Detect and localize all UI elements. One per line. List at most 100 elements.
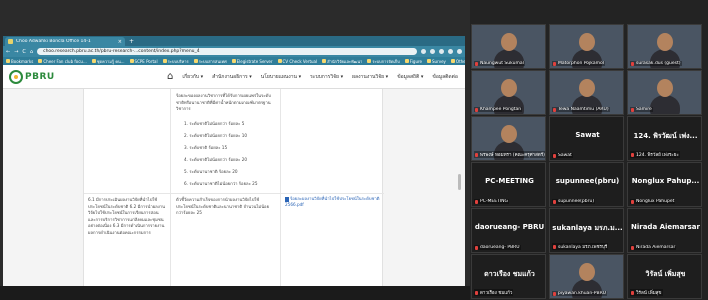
participant-tile[interactable]: piyawan.khuan-PBRU <box>549 254 624 299</box>
video-meeting-window: Choo Adwahki Boncla Office 14-1 × + ← → … <box>0 0 708 300</box>
participant-tile[interactable]: surasak.dus (guest) <box>627 24 702 69</box>
participant-tile[interactable]: ดาวเรือง ชมแก้ว ดาวเรือง ชมแก้ว <box>471 254 546 299</box>
pdf-file-label: ร้อยละผลงานวิจัยที่นำไปใช้ประโยชน์ในระดั… <box>285 196 380 207</box>
participant-tile[interactable]: Tewa Naamtimu (ARU) <box>549 70 624 115</box>
bookmark-item[interactable]: Figure <box>404 59 422 64</box>
nav-item[interactable]: สำนักงานอธิการ ▾ <box>212 73 252 81</box>
nav-item[interactable]: นโยบายแผนงาน ▾ <box>261 73 301 81</box>
pdf-file-link[interactable]: ร้อยละผลงานวิจัยที่นำไปใช้ประโยชน์ในระดั… <box>285 196 380 208</box>
profile-icon[interactable] <box>448 49 453 54</box>
bookmark-item[interactable]: SCPE Portal <box>129 59 158 64</box>
participant-name: ดาวเรือง ชมแก้ว <box>480 291 513 296</box>
nav-item[interactable]: เกี่ยวกับ ▾ <box>182 73 203 81</box>
muted-mic-icon <box>475 245 478 250</box>
participant-display-name: supunnee(pbru) <box>555 177 620 185</box>
participant-name: Sawat <box>558 153 572 158</box>
extension-icon[interactable] <box>430 49 435 54</box>
nav-item[interactable]: ระบบการวิจัย ▾ <box>310 73 343 81</box>
participant-video-face <box>579 79 595 97</box>
participant-tile[interactable]: Nirada Aiemarsar Nirada Aiemarsar <box>627 208 702 253</box>
participant-gallery: Naungwut Sukumal Matorphon Pojkamol surasa… <box>471 24 708 300</box>
new-tab-button[interactable]: + <box>129 37 134 46</box>
bookmark-item[interactable]: ระบบบริหาร <box>162 58 189 65</box>
nav-item[interactable]: ข้อมูลติดต่อ <box>432 73 458 81</box>
participant-name-label: Nonglux Pahupet <box>630 199 676 204</box>
bookmark-item[interactable]: Elegistrate Server <box>231 58 273 64</box>
bookmark-icon <box>38 59 43 63</box>
muted-mic-icon <box>631 199 634 204</box>
bookmark-icon <box>6 59 10 63</box>
site-logo[interactable]: PBRU <box>9 69 159 84</box>
home-nav-icon[interactable]: ⌂ <box>30 49 33 55</box>
participant-video-face <box>501 33 517 51</box>
participant-video-body <box>650 95 680 114</box>
participant-tile[interactable]: Nonglux Pahup... Nonglux Pahupet <box>627 162 702 207</box>
menu-icon[interactable] <box>457 49 462 54</box>
participant-name-label: piyawan.khuan-PBRU <box>552 291 608 296</box>
bookmark-label: Elegistrate Server <box>236 58 273 64</box>
bookmark-item[interactable]: ระบบสารสนเทศ <box>193 58 227 65</box>
page-scrollbar[interactable] <box>458 174 461 190</box>
participant-tile[interactable]: daorueang- PBRU daorueang- PBRU <box>471 208 546 253</box>
participant-tile[interactable]: supunnee(pbru) supunnee(pbru) <box>549 162 624 207</box>
participant-display-name: sukanlaya มรภ.ม... <box>552 224 623 232</box>
participant-display-name: Nonglux Pahup... <box>631 177 700 185</box>
bookmark-item[interactable]: สำนักวิจัยและพัฒนา <box>322 58 362 65</box>
criteria-text: ร้อยละของผลงานวิชาการที่ได้รับการเผยแพร่… <box>176 93 271 111</box>
muted-mic-icon <box>631 107 634 112</box>
bookmark-item[interactable]: CV Check Vertual <box>277 59 317 64</box>
home-icon[interactable]: ⌂ <box>167 71 173 82</box>
browser-window: Choo Adwahki Boncla Office 14-1 × + ← → … <box>3 36 465 286</box>
participant-name-label: surasak.dus (guest) <box>630 61 682 66</box>
participant-name-label: supunnee(pbru) <box>552 199 596 204</box>
back-icon[interactable]: ← <box>6 49 10 55</box>
participant-display-name: daorueang- PBRU <box>474 223 545 231</box>
bookmark-item[interactable]: Other bookmarks <box>450 58 465 64</box>
bookmark-label: Other bookmarks <box>455 58 465 64</box>
participant-tile[interactable]: sukanlaya มรภ.ม... sukanlaya มรภ.เพชรบุรี <box>549 208 624 253</box>
bookmark-icon <box>231 59 236 63</box>
bookmarks-bar: Bookmarks Cheer Fan club focu... ชุดความรู… <box>3 57 465 65</box>
logo-emblem-icon <box>9 69 23 84</box>
bookmark-label: ระบบบริหาร <box>167 58 189 64</box>
participant-name-label: Nirada Aiemarsar <box>630 245 677 250</box>
bookmark-item[interactable]: Survey <box>427 59 446 64</box>
muted-mic-icon <box>631 245 634 250</box>
participant-tile[interactable]: Khampee Pongtan <box>471 70 546 115</box>
favicon-icon <box>8 39 13 44</box>
participant-tile[interactable]: 124. พิรวัฒน์ เพ่ง... 124. พิรวัลย์ เพ่งร… <box>627 116 702 161</box>
forward-icon[interactable]: → <box>14 49 18 55</box>
participant-name: พรพงษ์ หอมทรา (คณะครุศาสตร์) <box>480 153 545 158</box>
participant-name-label: Naungwut Sukumal <box>474 61 525 66</box>
browser-tab[interactable]: Choo Adwahki Boncla Office 14-1 × <box>5 37 125 46</box>
bookmark-item[interactable]: Bookmarks <box>6 59 33 64</box>
bookmark-item[interactable]: ชุดความรู้ คน... <box>91 58 125 65</box>
participant-name-label: 124. พิรวัลย์ เพ่งระยะ <box>630 151 680 158</box>
participant-name-label: Khampee Pongtan <box>474 107 523 112</box>
participant-tile[interactable]: Naungwut Sukumal <box>471 24 546 69</box>
bookmark-label: ชุดความรู้ คน... <box>96 58 125 64</box>
participant-tile[interactable]: วิรัลน์ เพิ่มสุข วิรัลน์ เพิ่มสุข <box>627 254 702 299</box>
participant-display-name: 124. พิรวัฒน์ เพ่ง... <box>633 132 698 140</box>
participant-tile[interactable]: Matorphon Pojkamol <box>549 24 624 69</box>
nav-item[interactable]: ข้อมูลสถิติ ▾ <box>397 73 423 81</box>
participant-name-label: ดาวเรือง ชมแก้ว <box>474 289 514 296</box>
extension-icon[interactable] <box>421 49 426 54</box>
bookmark-label: ระบบสารสนเทศ <box>198 58 227 64</box>
participant-tile[interactable]: PC-MEETING PC-MEETING <box>471 162 546 207</box>
nav-item[interactable]: ผลงานงานวิจัย ▾ <box>352 73 388 81</box>
reload-icon[interactable]: C <box>22 49 26 55</box>
url-input[interactable]: choo.research.pbru.ac.th/pbru-research-.… <box>37 48 417 55</box>
participant-tile[interactable]: พรพงษ์ หอมทรา (คณะครุศาสตร์) <box>471 116 546 161</box>
participant-name: Samire <box>636 107 652 112</box>
bookmark-icon <box>129 59 134 63</box>
participant-video-body <box>572 95 602 114</box>
extension-icon[interactable] <box>439 49 444 54</box>
close-tab-icon[interactable]: × <box>118 39 122 45</box>
muted-mic-icon <box>475 152 478 157</box>
participant-tile[interactable]: Sawat Sawat <box>549 116 624 161</box>
bookmark-item[interactable]: ระบบการจัดเก็บ <box>367 58 400 65</box>
bookmark-label: Bookmarks <box>11 58 34 64</box>
participant-tile[interactable]: Samire <box>627 70 702 115</box>
bookmark-item[interactable]: Cheer Fan club focu... <box>38 59 87 64</box>
